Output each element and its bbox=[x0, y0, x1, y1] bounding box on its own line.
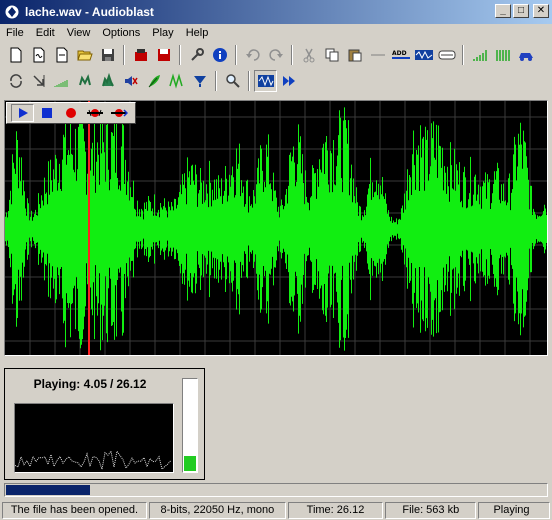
record-icon[interactable] bbox=[59, 104, 82, 122]
menu-play[interactable]: Play bbox=[146, 27, 179, 39]
menu-edit[interactable]: Edit bbox=[30, 27, 61, 39]
invert-icon[interactable] bbox=[27, 70, 50, 92]
play-icon[interactable] bbox=[11, 104, 34, 122]
ramp-icon[interactable] bbox=[468, 44, 491, 66]
toolbar-separator bbox=[123, 45, 125, 65]
playback-progress[interactable] bbox=[4, 483, 548, 497]
status-state: Playing bbox=[478, 501, 550, 519]
playing-status: Playing: 4.05/26.12 bbox=[5, 377, 175, 391]
mute-icon[interactable] bbox=[119, 70, 142, 92]
flanger-icon[interactable] bbox=[96, 70, 119, 92]
select-all-icon[interactable] bbox=[254, 70, 277, 92]
fast-forward-icon[interactable] bbox=[277, 70, 300, 92]
reverse-icon[interactable] bbox=[4, 70, 27, 92]
properties-icon[interactable] bbox=[185, 44, 208, 66]
echo-icon[interactable] bbox=[73, 70, 96, 92]
record-loop-icon[interactable] bbox=[83, 104, 106, 122]
save-red-icon[interactable] bbox=[152, 44, 175, 66]
fade-icon[interactable] bbox=[50, 70, 73, 92]
playing-length: 26.12 bbox=[116, 377, 147, 391]
playing-position: 4.05 bbox=[83, 377, 107, 391]
car-icon[interactable] bbox=[514, 44, 537, 66]
bars-icon[interactable] bbox=[491, 44, 514, 66]
loop-icon[interactable] bbox=[435, 44, 458, 66]
feather-icon[interactable] bbox=[142, 70, 165, 92]
toolbar-separator bbox=[235, 45, 237, 65]
menu-help[interactable]: Help bbox=[180, 27, 215, 39]
oscilloscope-trace bbox=[14, 449, 172, 472]
toolbar-separator bbox=[291, 45, 293, 65]
mix-icon[interactable] bbox=[412, 44, 435, 66]
status-time: Time: 26.12 bbox=[287, 501, 384, 519]
open-folder-icon[interactable] bbox=[73, 44, 96, 66]
save-icon[interactable] bbox=[96, 44, 119, 66]
playing-separator: / bbox=[110, 377, 114, 391]
paste-icon[interactable] bbox=[343, 44, 366, 66]
info-icon[interactable] bbox=[208, 44, 231, 66]
effects-toolbar bbox=[0, 68, 552, 94]
oscilloscope bbox=[14, 403, 174, 473]
stop-icon[interactable] bbox=[35, 104, 58, 122]
oscilloscope-line bbox=[14, 449, 172, 472]
svg-text:ADD: ADD bbox=[392, 50, 407, 57]
maximize-button[interactable]: □ bbox=[513, 4, 529, 18]
status-bar: The file has been opened. 8-bits, 22050 … bbox=[0, 500, 552, 520]
copy-icon[interactable] bbox=[320, 44, 343, 66]
cut-icon[interactable] bbox=[297, 44, 320, 66]
level-meter-fill bbox=[184, 456, 196, 471]
minimize-button[interactable]: _ bbox=[495, 4, 511, 18]
toolbar-separator bbox=[179, 45, 181, 65]
new-template-icon[interactable] bbox=[50, 44, 73, 66]
toolbar-separator bbox=[248, 71, 250, 91]
paste-silence-icon[interactable] bbox=[366, 44, 389, 66]
new-silence-icon[interactable] bbox=[27, 44, 50, 66]
level-meter bbox=[182, 378, 198, 473]
waveform-display[interactable] bbox=[4, 100, 548, 356]
toolbar-separator bbox=[462, 45, 464, 65]
filter-icon[interactable] bbox=[188, 70, 211, 92]
new-icon[interactable] bbox=[4, 44, 27, 66]
record-red-icon[interactable] bbox=[129, 44, 152, 66]
waveform-canvas[interactable] bbox=[5, 101, 548, 356]
record-append-icon[interactable] bbox=[107, 104, 130, 122]
add-icon[interactable]: ADD bbox=[389, 44, 412, 66]
main-toolbar: ADD bbox=[0, 42, 552, 68]
distort-icon[interactable] bbox=[165, 70, 188, 92]
menu-bar: File Edit View Options Play Help bbox=[0, 24, 552, 42]
zoom-icon[interactable] bbox=[221, 70, 244, 92]
status-message: The file has been opened. bbox=[2, 501, 147, 519]
status-format: 8-bits, 22050 Hz, mono bbox=[148, 501, 286, 519]
window-title: lache.wav - Audioblast bbox=[25, 5, 154, 19]
app-icon[interactable] bbox=[4, 4, 20, 20]
redo-icon[interactable] bbox=[264, 44, 287, 66]
undo-icon[interactable] bbox=[241, 44, 264, 66]
waveform-trace bbox=[5, 107, 547, 351]
playing-label: Playing: bbox=[33, 377, 81, 391]
playback-progress-fill bbox=[6, 485, 90, 495]
player-panel: Playing: 4.05/26.12 bbox=[4, 368, 205, 480]
menu-view[interactable]: View bbox=[61, 27, 97, 39]
status-file-size: File: 563 kb bbox=[385, 501, 477, 519]
menu-file[interactable]: File bbox=[0, 27, 30, 39]
close-button[interactable]: ✕ bbox=[533, 4, 549, 18]
toolbar-separator bbox=[215, 71, 217, 91]
transport-toolbar bbox=[6, 102, 136, 124]
menu-options[interactable]: Options bbox=[96, 27, 146, 39]
title-bar: lache.wav - Audioblast _ □ ✕ bbox=[0, 0, 552, 24]
